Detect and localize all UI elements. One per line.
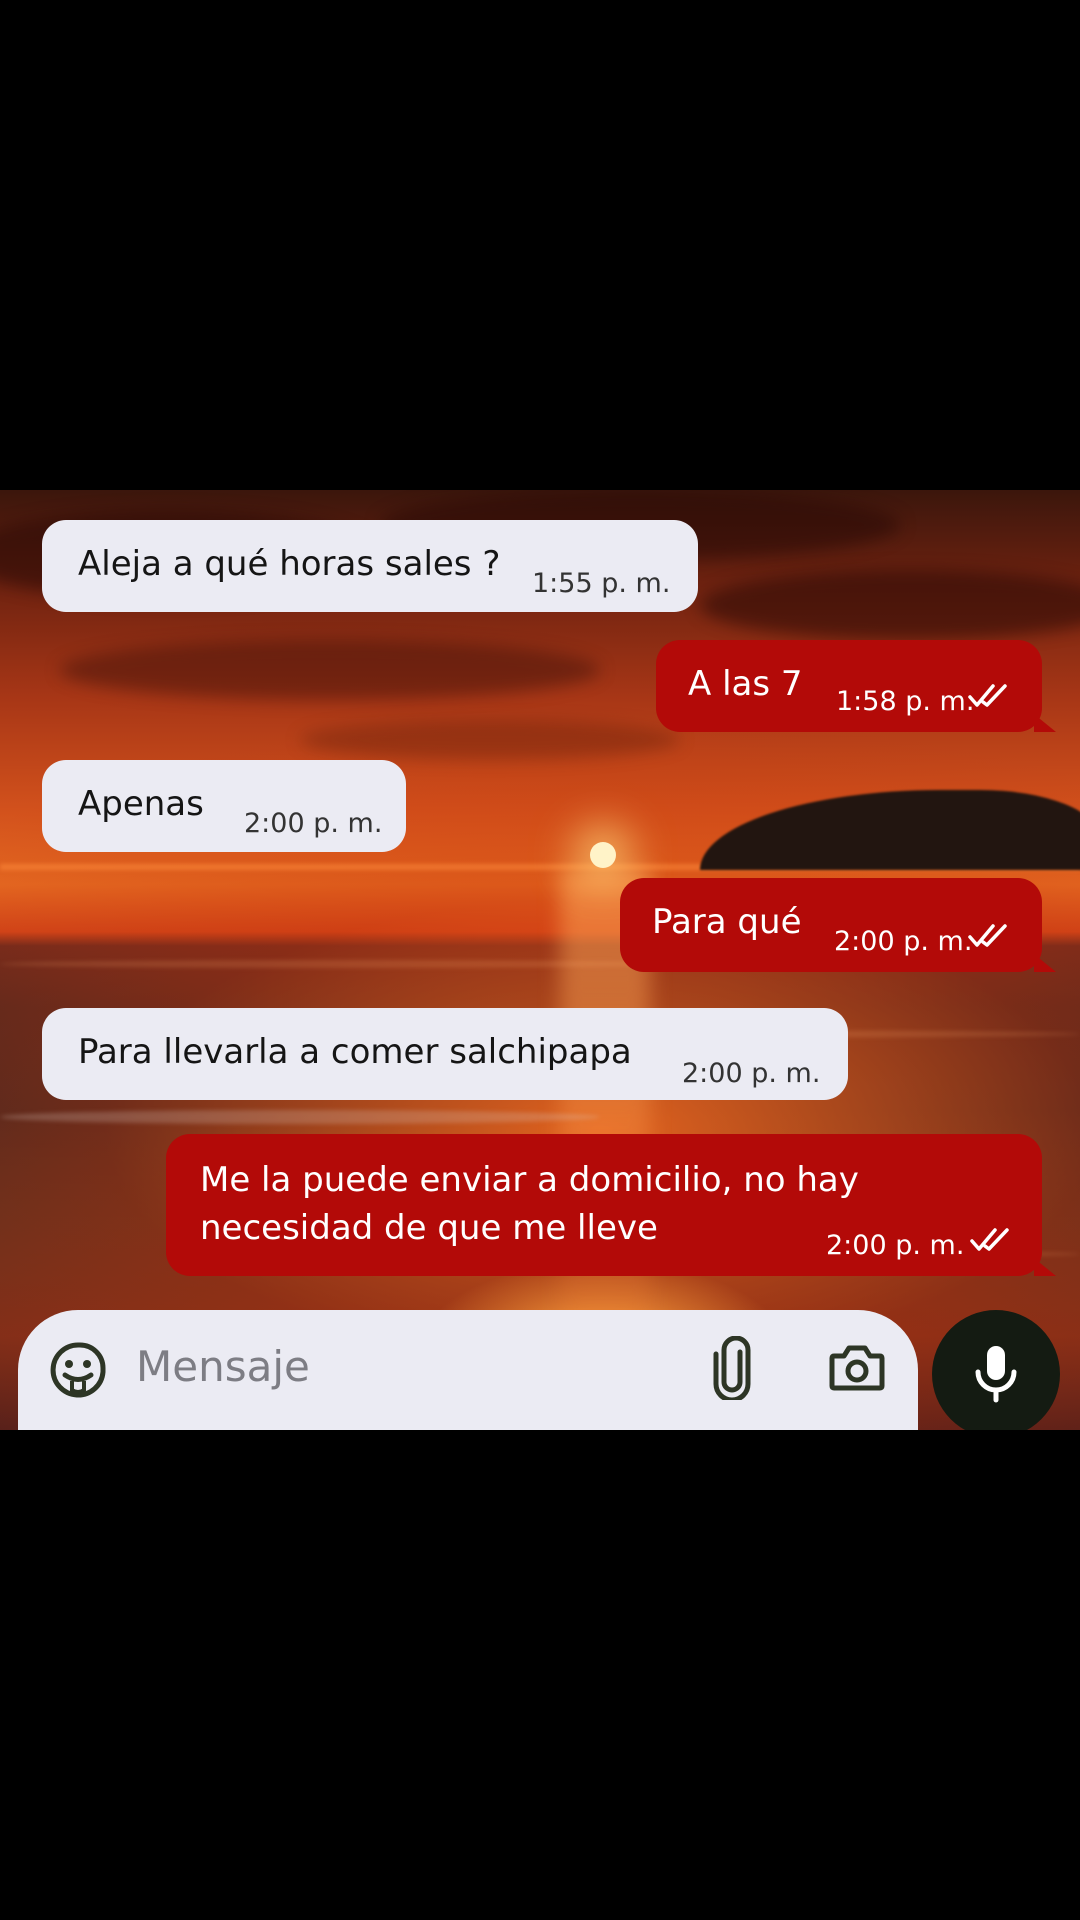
message-time: 2:00 p. m.: [826, 1230, 965, 1261]
cloud-decoration: [60, 640, 600, 700]
message-time: 2:00 p. m.: [244, 808, 383, 839]
message-time: 1:58 p. m.: [836, 686, 975, 717]
cloud-decoration: [700, 570, 1080, 640]
incoming-message[interactable]: Apenas 2:00 p. m.: [42, 760, 406, 852]
camera-icon[interactable]: [828, 1342, 886, 1394]
message-time: 2:00 p. m.: [834, 926, 973, 957]
sticker-emoji-icon[interactable]: [48, 1340, 108, 1400]
message-time: 1:55 p. m.: [532, 568, 671, 599]
message-text: Aleja a qué horas sales ?: [78, 544, 501, 584]
incoming-message[interactable]: Para llevarla a comer salchipapa 2:00 p.…: [42, 1008, 848, 1100]
outgoing-message[interactable]: Me la puede enviar a domicilio, no hay n…: [166, 1134, 1056, 1276]
message-input-bar[interactable]: Mensaje: [18, 1310, 918, 1430]
wave-decoration: [0, 960, 700, 968]
screenshot-frame: Aleja a qué horas sales ? 1:55 p. m. A l…: [0, 0, 1080, 1920]
letterbox-edge: [900, 1430, 1080, 1450]
message-text-line: Me la puede enviar a domicilio, no hay: [200, 1160, 859, 1200]
microphone-icon: [975, 1346, 1017, 1403]
outgoing-message[interactable]: A las 7 1:58 p. m.: [656, 640, 1056, 732]
double-check-icon: [968, 924, 1007, 947]
message-text: Para llevarla a comer salchipapa: [78, 1032, 632, 1072]
sun: [590, 842, 616, 868]
island-silhouette: [700, 790, 1080, 870]
incoming-message[interactable]: Aleja a qué horas sales ? 1:55 p. m.: [42, 520, 698, 612]
wave-decoration: [0, 1110, 600, 1124]
double-check-icon: [968, 684, 1007, 707]
message-input[interactable]: Mensaje: [136, 1342, 310, 1391]
cloud-decoration: [300, 720, 680, 760]
message-time: 2:00 p. m.: [682, 1058, 821, 1089]
message-text: Para qué: [652, 902, 802, 942]
outgoing-message[interactable]: Para qué 2:00 p. m.: [620, 878, 1056, 972]
voice-record-button[interactable]: [932, 1310, 1060, 1438]
message-text: A las 7: [688, 664, 803, 704]
message-text: Apenas: [78, 784, 204, 824]
double-check-icon: [970, 1228, 1009, 1251]
message-text-line: necesidad de que me lleve: [200, 1208, 658, 1248]
paperclip-icon[interactable]: [710, 1336, 754, 1400]
